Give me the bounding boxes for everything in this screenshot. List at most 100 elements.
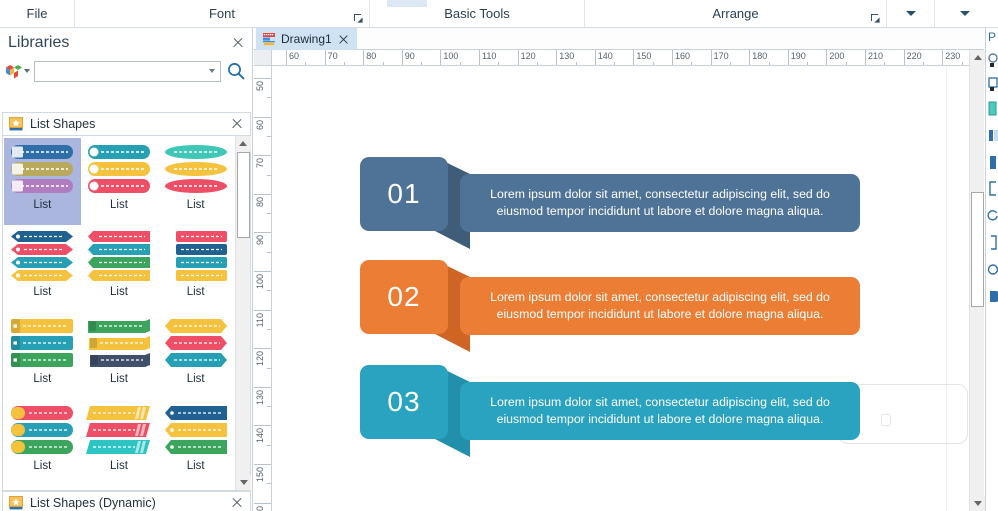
- ruler-label: 100: [255, 274, 265, 290]
- ribbon-overflow-dropdown-2[interactable]: [935, 0, 994, 27]
- shape-gallery-item[interactable]: List: [81, 225, 158, 312]
- shape-gallery-grid: List List List List List List List List List List…: [3, 136, 235, 490]
- scroll-down-button[interactable]: [236, 475, 251, 490]
- search-history-caret-icon[interactable]: [209, 69, 215, 73]
- ruler-tick: [710, 50, 712, 65]
- ruler-tick: [363, 50, 365, 65]
- scroll-up-button[interactable]: [235, 136, 251, 151]
- bar-icon[interactable]: [987, 155, 998, 171]
- ruler-tick: [254, 348, 271, 350]
- shape-gallery-item[interactable]: List: [81, 312, 158, 399]
- library-search-box[interactable]: [34, 60, 221, 82]
- list-shape-body[interactable]: Lorem ipsum dolor sit amet, consectetur …: [460, 277, 860, 335]
- circle-icon[interactable]: [987, 262, 998, 278]
- triangle-down-icon: [973, 501, 982, 506]
- shape-gallery-item[interactable]: List: [81, 138, 158, 225]
- shape-gallery-item[interactable]: List: [4, 399, 81, 486]
- ruler-label: 120: [520, 51, 536, 61]
- list-shape-description: Lorem ipsum dolor sit amet, consectetur …: [490, 290, 830, 321]
- ruler-tick: [440, 50, 442, 65]
- list-shape-description: Lorem ipsum dolor sit amet, consectetur …: [490, 187, 830, 218]
- shape-gallery-item[interactable]: List: [157, 225, 234, 312]
- ruler-label: 60: [289, 51, 300, 61]
- shape-gallery-item-label: List: [186, 199, 205, 211]
- search-icon[interactable]: [987, 52, 998, 68]
- horizontal-ruler[interactable]: 60 70 80 90 100 110 120 130 140 150 160 170 180 190 20…: [254, 50, 984, 66]
- canvas-vertical-scrollbar[interactable]: [969, 50, 985, 511]
- ribbon-tab-arrange[interactable]: Arrange: [585, 0, 887, 27]
- document-tab-drawing1[interactable]: Drawing1: [256, 28, 357, 50]
- drawing-document-icon: [262, 32, 276, 46]
- shape-gallery-item[interactable]: List: [157, 138, 234, 225]
- list-shape-body[interactable]: Lorem ipsum dolor sit amet, consectetur …: [460, 382, 860, 440]
- font-dialog-launcher-icon[interactable]: [354, 14, 363, 23]
- canvas-list-shape[interactable]: Lorem ipsum dolor sit amet, consectetur …: [360, 157, 860, 249]
- ribbon-tab-file[interactable]: File: [0, 0, 75, 27]
- canvas-list-shape[interactable]: Lorem ipsum dolor sit amet, consectetur …: [360, 365, 860, 457]
- canvas-area: Drawing1 60 70 80 90 100 110 120 130 140 150 160 17…: [254, 28, 985, 511]
- accordion-list-shapes-dynamic[interactable]: List Shapes (Dynamic): [2, 491, 251, 511]
- list-shape-number-block[interactable]: 01: [360, 157, 448, 231]
- shape-icon[interactable]: [987, 289, 998, 305]
- list-shape-number-block[interactable]: 03: [360, 365, 448, 439]
- library-cube-icon: [5, 63, 22, 79]
- ruler-label: 160: [675, 51, 691, 61]
- bracket-icon[interactable]: [987, 181, 998, 197]
- list-shape-number-block[interactable]: 02: [360, 260, 448, 334]
- vertical-ruler[interactable]: 50 60 70 80 90 100 110 120 130 140 150 160: [254, 66, 272, 511]
- canvas-list-shape[interactable]: Lorem ipsum dolor sit amet, consectetur …: [360, 260, 860, 352]
- frame-icon[interactable]: [987, 76, 998, 92]
- bracket2-icon[interactable]: [987, 235, 998, 251]
- ruler-tick: [286, 50, 287, 65]
- list-shape-thumbnail-icon: [85, 317, 153, 369]
- accordion-list-shapes-label: List Shapes: [30, 117, 96, 131]
- ruler-tick: [324, 50, 326, 65]
- canvas-scroll-up-button[interactable]: [970, 50, 985, 65]
- ribbon-tab-basic-tools-label: Basic Tools: [444, 6, 510, 21]
- ribbon-overflow-dropdown-1[interactable]: [887, 0, 935, 27]
- ruler-tick: [254, 502, 271, 504]
- ruler-tick: [942, 50, 944, 65]
- fill-color-icon[interactable]: [987, 101, 998, 117]
- accordion-list-shapes-dynamic-label: List Shapes (Dynamic): [30, 496, 156, 510]
- ruler-label: 80: [366, 51, 377, 61]
- shape-gallery-item[interactable]: List: [4, 138, 81, 225]
- page-layout-icon[interactable]: [987, 128, 998, 144]
- ruler-tick: [254, 78, 271, 79]
- shape-gallery-item[interactable]: List: [4, 312, 81, 399]
- close-document-tab-icon[interactable]: [337, 33, 350, 46]
- ribbon-tab-font[interactable]: Font: [75, 0, 370, 27]
- ruler-tick: [254, 464, 271, 465]
- refresh-icon[interactable]: [987, 208, 998, 224]
- library-dropdown-caret-icon[interactable]: [24, 69, 30, 73]
- search-icon[interactable]: [225, 60, 247, 82]
- close-list-shapes-dynamic-icon[interactable]: [228, 494, 246, 511]
- ribbon-tab-bar: File Font Basic Tools Arrange: [0, 0, 998, 28]
- shape-gallery-scrollbar[interactable]: [235, 136, 251, 490]
- canvas-scrollbar-thumb[interactable]: [971, 192, 984, 307]
- ruler-label: 110: [255, 312, 265, 327]
- ruler-tick: [903, 50, 905, 65]
- list-shape-body[interactable]: Lorem ipsum dolor sit amet, consectetur …: [460, 174, 860, 232]
- arrange-dialog-launcher-icon[interactable]: [871, 14, 880, 23]
- ruler-tick: [254, 386, 271, 388]
- shape-gallery-item[interactable]: List: [4, 225, 81, 312]
- shape-gallery: List List List List List List List List List List…: [2, 136, 251, 491]
- ruler-label: 160: [255, 506, 265, 511]
- scrollbar-thumb[interactable]: [237, 152, 250, 238]
- open-library-button[interactable]: [5, 63, 30, 79]
- library-search-input[interactable]: [40, 65, 209, 77]
- accordion-list-shapes[interactable]: List Shapes: [2, 112, 251, 136]
- canvas-scroll-down-button[interactable]: [970, 496, 985, 511]
- close-libraries-panel-icon[interactable]: [229, 34, 247, 52]
- shape-gallery-item[interactable]: List: [81, 399, 158, 486]
- drawing-canvas[interactable]: Lorem ipsum dolor sit amet, consectetur …: [273, 66, 969, 511]
- page-right-edge: [946, 66, 947, 511]
- shape-gallery-item[interactable]: List: [157, 312, 234, 399]
- close-list-shapes-icon[interactable]: [228, 115, 246, 133]
- ruler-tick: [787, 50, 789, 65]
- star-icon: [9, 496, 23, 510]
- shape-gallery-item[interactable]: List: [157, 399, 234, 486]
- ribbon-active-tab-indicator: [387, 0, 427, 7]
- ruler-label: 100: [443, 51, 459, 61]
